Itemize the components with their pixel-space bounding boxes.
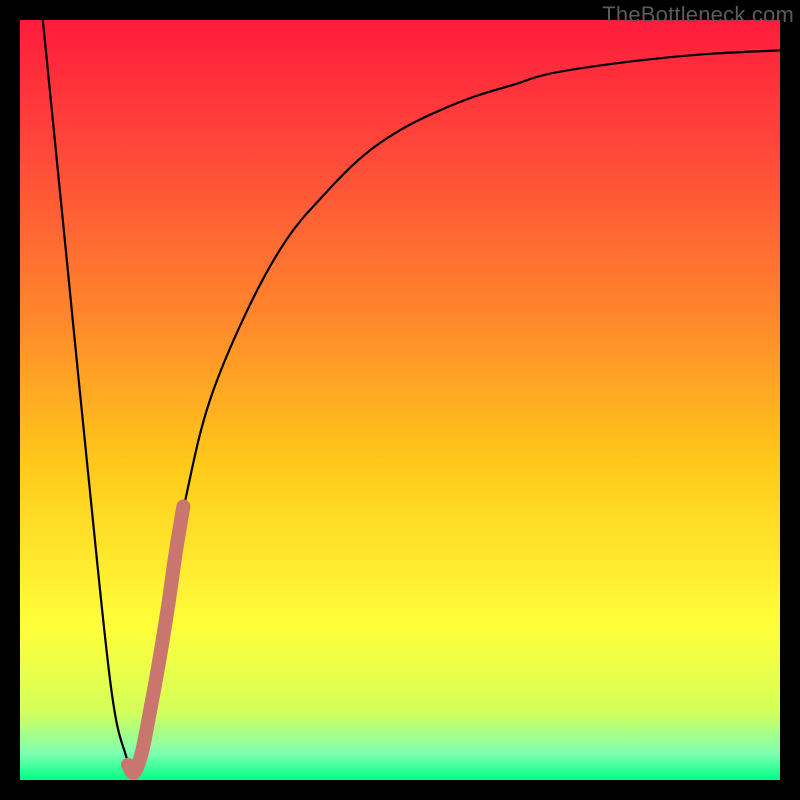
plot-area (20, 20, 780, 780)
watermark-text: TheBottleneck.com (602, 2, 794, 28)
chart-frame: TheBottleneck.com (0, 0, 800, 800)
highlight-segment (128, 506, 183, 772)
curve-layer (20, 20, 780, 780)
